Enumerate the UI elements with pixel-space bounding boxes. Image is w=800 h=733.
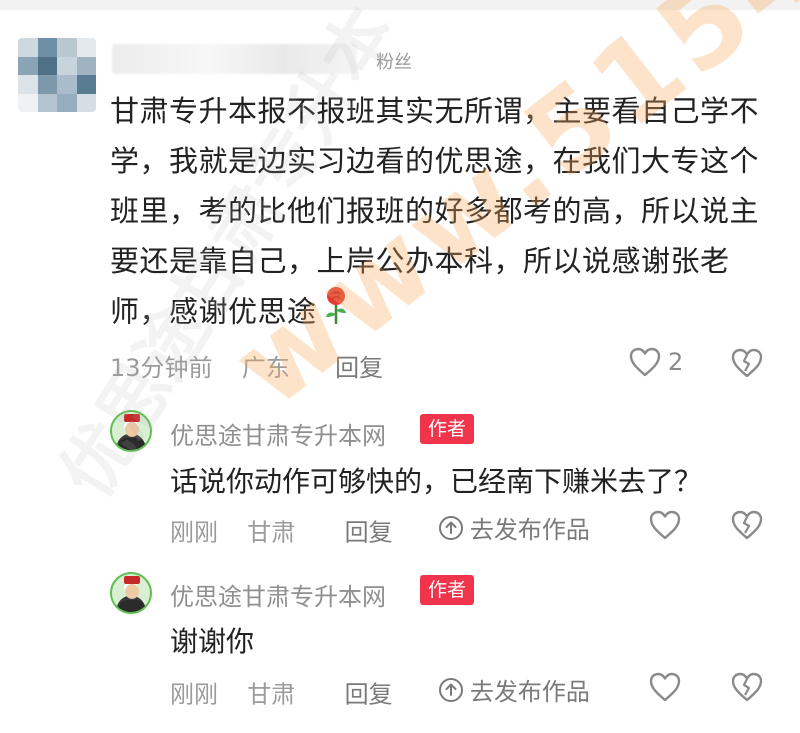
commenter-name-blurred[interactable] (112, 44, 357, 74)
publish-work-label: 去发布作品 (469, 678, 590, 706)
reply-text: 谢谢你 (170, 625, 255, 658)
upload-circle-icon (438, 515, 463, 540)
fan-badge: 粉丝 (376, 52, 412, 73)
heart-icon (649, 510, 681, 540)
reply-author-name[interactable]: 优思途甘肃专升本网 (170, 577, 386, 612)
reply-button[interactable]: 回复 (345, 681, 393, 709)
commenter-avatar[interactable] (18, 38, 96, 112)
comment-meta: 13分钟前 广东 回复 (110, 348, 383, 383)
comment-location: 广东 (241, 354, 290, 382)
author-tag: 作者 (420, 575, 475, 605)
like-button[interactable]: 2 (628, 346, 683, 378)
heart-icon (629, 347, 661, 377)
reply-text: 话说你动作可够快的，已经南下赚米去了？ (170, 465, 703, 498)
reply-location: 甘肃 (247, 680, 296, 709)
like-count: 2 (668, 348, 684, 376)
reply-button[interactable]: 回复 (335, 354, 383, 382)
publish-work-label: 去发布作品 (469, 516, 590, 544)
upload-circle-icon (438, 677, 463, 702)
dislike-button[interactable] (730, 509, 764, 545)
like-button[interactable] (648, 671, 682, 703)
reply-time: 刚刚 (170, 680, 218, 709)
top-divider (0, 0, 800, 10)
rose-icon (321, 286, 351, 341)
dislike-button[interactable] (730, 347, 764, 383)
comment-time: 13分钟前 (110, 354, 213, 382)
publish-work-button[interactable]: 去发布作品 (438, 672, 590, 707)
broken-heart-icon (731, 510, 763, 540)
reply-avatar[interactable] (110, 572, 152, 614)
reply-button[interactable]: 回复 (345, 519, 393, 547)
publish-work-button[interactable]: 去发布作品 (438, 510, 590, 545)
reply-time: 刚刚 (170, 518, 218, 547)
comment-text: 甘肃专升本报不报班其实无所谓，主要看自己学不学，我就是边实习边看的优思途，在我们… (110, 86, 782, 341)
reply-author-name[interactable]: 优思途甘肃专升本网 (170, 416, 386, 451)
dislike-button[interactable] (730, 671, 764, 707)
reply-meta: 刚刚 甘肃 回复 去发布作品 (170, 672, 590, 710)
reply-location: 甘肃 (247, 518, 296, 547)
broken-heart-icon (731, 348, 763, 378)
heart-icon (649, 672, 681, 702)
author-tag: 作者 (420, 414, 475, 444)
broken-heart-icon (731, 672, 763, 702)
reply-avatar[interactable] (110, 410, 152, 452)
reply-meta: 刚刚 甘肃 回复 去发布作品 (170, 510, 590, 548)
comment-body: 甘肃专升本报不报班其实无所谓，主要看自己学不学，我就是边实习边看的优思途，在我们… (110, 94, 760, 329)
like-button[interactable] (648, 509, 682, 541)
